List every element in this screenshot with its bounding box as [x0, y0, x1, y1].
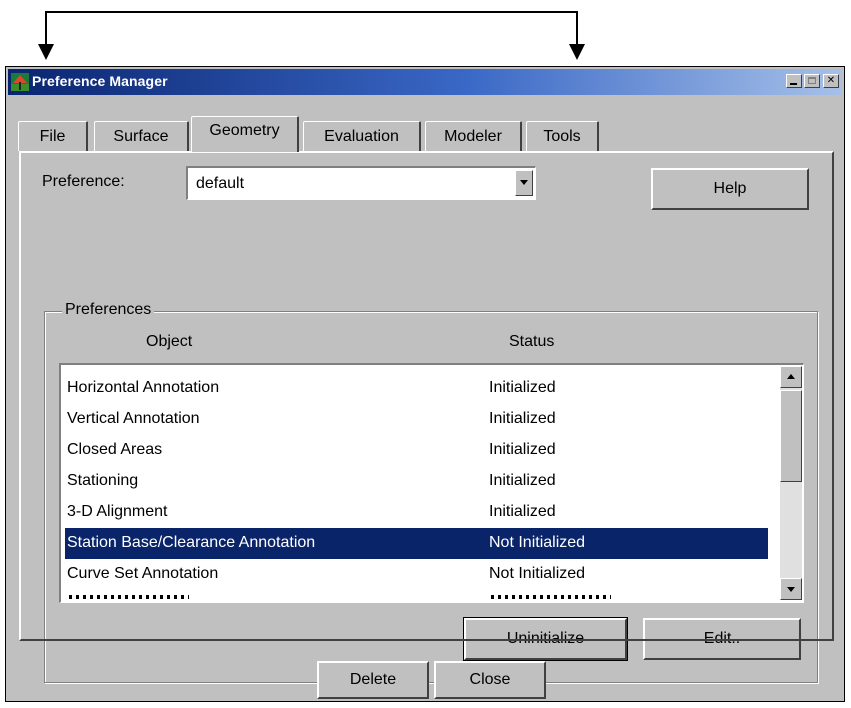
preference-manager-window: Preference Manager ✕ File Surface Geomet… — [5, 66, 845, 702]
minimize-icon — [790, 83, 797, 85]
tab-tools[interactable]: Tools — [526, 121, 599, 151]
tab-geometry[interactable]: Geometry — [191, 116, 299, 152]
close-button-label: Close — [469, 671, 511, 688]
window-title: Preference Manager — [32, 73, 168, 89]
close-icon: ✕ — [826, 75, 836, 86]
tab-label: Evaluation — [324, 128, 399, 145]
app-icon — [11, 73, 29, 91]
tab-label: Geometry — [209, 122, 280, 139]
tab-evaluation[interactable]: Evaluation — [303, 121, 421, 151]
tab-label: Surface — [113, 128, 169, 145]
title-bar[interactable]: Preference Manager ✕ — [8, 69, 842, 95]
annotation-arrow-line — [45, 11, 578, 55]
tab-modeler[interactable]: Modeler — [425, 121, 522, 151]
maximize-button[interactable] — [804, 74, 820, 88]
maximize-icon — [808, 77, 816, 84]
tab-label: Tools — [543, 128, 581, 145]
tab-file[interactable]: File — [18, 121, 88, 151]
right-arrowhead-icon — [569, 44, 585, 60]
left-arrowhead-icon — [38, 44, 54, 60]
delete-button[interactable]: Delete — [317, 661, 429, 699]
tab-label: Modeler — [444, 128, 502, 145]
tab-label: File — [39, 128, 66, 145]
annotation-arrows — [38, 11, 585, 60]
delete-button-label: Delete — [349, 671, 397, 688]
tab-surface[interactable]: Surface — [94, 121, 189, 151]
tab-panel — [19, 151, 834, 641]
close-dialog-button[interactable]: Close — [434, 661, 546, 699]
minimize-button[interactable] — [786, 74, 802, 88]
close-button[interactable]: ✕ — [823, 74, 839, 88]
